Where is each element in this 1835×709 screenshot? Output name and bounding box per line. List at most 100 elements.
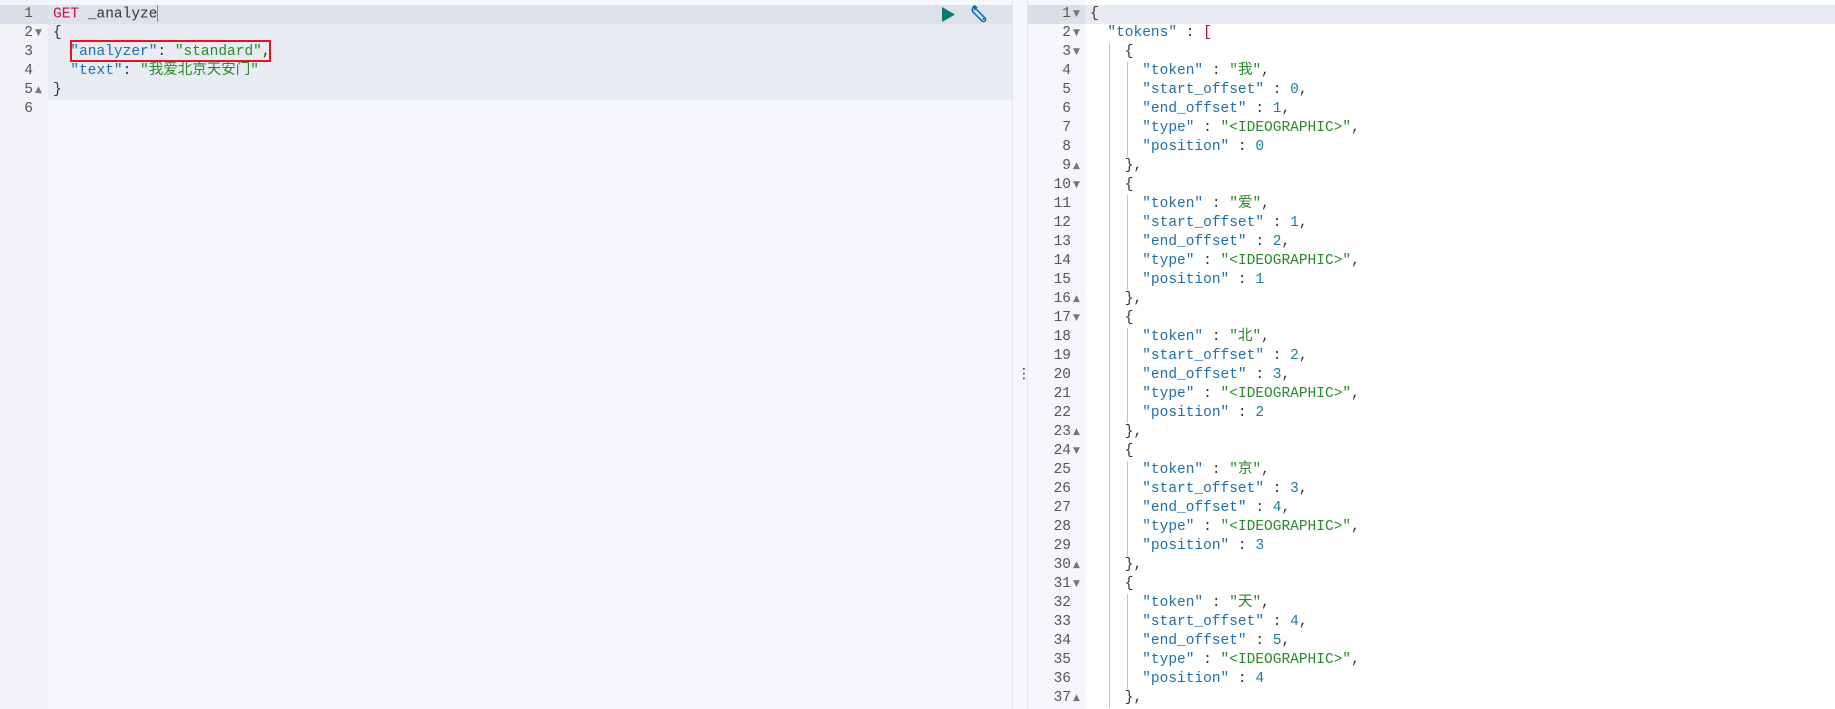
fold-arrow-down-icon[interactable]: ▼ — [1073, 575, 1080, 594]
punctuation — [1090, 272, 1142, 288]
json-key: "token" — [1142, 196, 1204, 212]
line-number: 30 — [1053, 557, 1071, 573]
code-line: 31 ▼ { — [1028, 575, 1835, 594]
line-code: "end_offset" : 5, — [1090, 632, 1290, 651]
code-line: 5 "start_offset" : 0, — [1028, 81, 1835, 100]
json-key: "type" — [1142, 120, 1195, 136]
fold-arrow-up-icon[interactable]: ▲ — [1073, 556, 1080, 575]
fold-arrow-down-icon[interactable]: ▼ — [35, 24, 42, 43]
code-line: 11 "token" : "爱", — [1028, 195, 1835, 214]
code-line: 15 "position" : 1 — [1028, 271, 1835, 290]
punctuation: , — [1261, 462, 1270, 478]
fold-arrow-up-icon[interactable]: ▲ — [1073, 157, 1080, 176]
line-number: 25 — [1053, 462, 1071, 478]
code-line: 37 ▲ }, — [1028, 689, 1835, 708]
fold-arrow-up-icon[interactable]: ▲ — [1073, 423, 1080, 442]
line-number: 13 — [1053, 234, 1071, 250]
line-code: "start_offset" : 2, — [1090, 347, 1307, 366]
punctuation: , — [1351, 652, 1360, 668]
line-number: 28 — [1053, 519, 1071, 535]
punctuation: : — [1246, 101, 1273, 117]
request-editor[interactable]: 1 GET _analyze 2 ▼{3 "analyzer": "standard"… — [0, 0, 1012, 709]
punctuation — [1090, 120, 1142, 136]
punctuation: : — [1194, 386, 1221, 402]
number-value: 1 — [1255, 272, 1265, 288]
line-number: 2 — [24, 25, 33, 41]
punctuation: , — [1281, 367, 1291, 383]
punctuation — [1090, 386, 1142, 402]
code-line: 12 "start_offset" : 1, — [1028, 214, 1835, 233]
response-viewer[interactable]: 1 ▼{2 ▼ "tokens" : [3 ▼ {4 "token" : "我", 5 … — [1028, 0, 1835, 709]
punctuation — [1090, 101, 1142, 117]
line-code: "start_offset" : 3, — [1090, 480, 1307, 499]
code-line: 29 "position" : 3 — [1028, 537, 1835, 556]
string-value: "我" — [1229, 63, 1262, 79]
punctuation: : — [1264, 82, 1291, 98]
line-code: { — [1090, 442, 1134, 461]
fold-arrow-up-icon[interactable]: ▲ — [35, 81, 42, 100]
settings-wrench-button[interactable] — [970, 4, 990, 29]
number-value: 4 — [1255, 671, 1265, 687]
http-method: GET — [53, 6, 80, 23]
fold-arrow-down-icon[interactable]: ▼ — [1073, 5, 1080, 24]
punctuation: : — [1203, 462, 1230, 478]
line-code: "position" : 4 — [1090, 670, 1264, 689]
code-line[interactable]: 5 ▲} — [0, 81, 1012, 100]
punctuation: , — [1351, 519, 1360, 535]
punctuation: : — [1203, 595, 1230, 611]
fold-arrow-down-icon[interactable]: ▼ — [1073, 24, 1080, 43]
line-code: { — [1090, 176, 1134, 195]
code-line[interactable]: 6 — [0, 100, 1012, 119]
punctuation: : — [122, 63, 141, 79]
request-lines[interactable]: 1 GET _analyze 2 ▼{3 "analyzer": "standard"… — [0, 5, 1012, 119]
punctuation: , — [1281, 101, 1291, 117]
line-code: }, — [1090, 423, 1142, 442]
line-code: { — [1090, 309, 1134, 328]
fold-arrow-up-icon[interactable]: ▲ — [1073, 689, 1080, 708]
code-line: 9 ▲ }, — [1028, 157, 1835, 176]
punctuation: , — [1261, 63, 1270, 79]
punctuation — [1090, 234, 1142, 250]
fold-arrow-down-icon[interactable]: ▼ — [1073, 309, 1080, 328]
fold-arrow-down-icon[interactable]: ▼ — [1073, 176, 1080, 195]
line-number: 29 — [1053, 538, 1071, 554]
punctuation: , — [1298, 82, 1308, 98]
punctuation — [1090, 63, 1142, 79]
code-line[interactable]: 4 "text": "我爱北京天安门" — [0, 62, 1012, 81]
fold-arrow-down-icon[interactable]: ▼ — [1073, 442, 1080, 461]
punctuation: : — [1246, 234, 1273, 250]
line-code: "type" : "<IDEOGRAPHIC>", — [1090, 252, 1360, 271]
run-request-button[interactable] — [941, 6, 956, 28]
punctuation: { — [1090, 6, 1099, 22]
code-line: 8 "position" : 0 — [1028, 138, 1835, 157]
code-line: 24 ▼ { — [1028, 442, 1835, 461]
number-value: 1 — [1290, 215, 1299, 231]
fold-arrow-up-icon[interactable]: ▲ — [1073, 290, 1080, 309]
code-line: 22 "position" : 2 — [1028, 404, 1835, 423]
line-number: 22 — [1053, 405, 1071, 421]
line-code: "start_offset" : 4, — [1090, 613, 1307, 632]
punctuation: : — [1203, 63, 1230, 79]
line-number: 32 — [1053, 595, 1071, 611]
panel-resize-splitter[interactable]: ⋮ — [1012, 0, 1031, 709]
json-key: "token" — [1142, 462, 1204, 478]
punctuation — [1090, 671, 1142, 687]
punctuation: , — [1261, 329, 1270, 345]
code-line: 17 ▼ { — [1028, 309, 1835, 328]
json-key: "end_offset" — [1142, 633, 1247, 649]
punctuation: : — [1229, 671, 1256, 687]
punctuation: }, — [1090, 291, 1143, 307]
fold-arrow-down-icon[interactable]: ▼ — [1073, 43, 1080, 62]
string-value: "北" — [1229, 329, 1262, 345]
punctuation: }, — [1090, 424, 1143, 440]
string-value: "<IDEOGRAPHIC>" — [1220, 120, 1352, 136]
line-number: 10 — [1053, 177, 1071, 193]
line-code: "text": "我爱北京天安门" — [53, 62, 259, 81]
code-line: 20 "end_offset" : 3, — [1028, 366, 1835, 385]
code-line[interactable]: 1 GET _analyze — [0, 5, 1012, 24]
number-value: 4 — [1290, 614, 1299, 630]
number-value: 2 — [1255, 405, 1265, 421]
bracket: [ — [1203, 25, 1212, 41]
line-code: "position" : 3 — [1090, 537, 1264, 556]
punctuation: { — [1090, 177, 1134, 193]
